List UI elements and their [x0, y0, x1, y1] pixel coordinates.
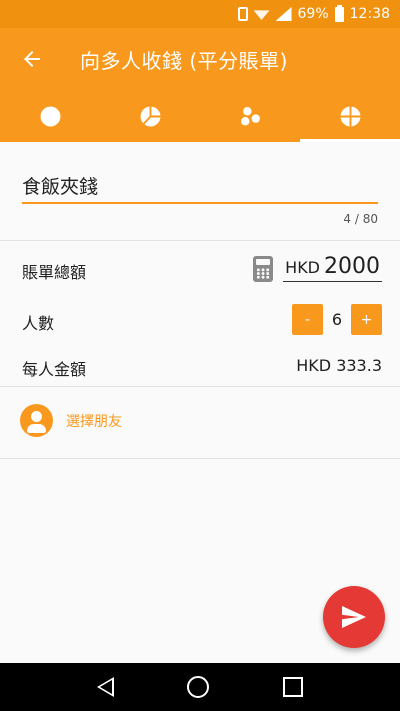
per-person-label: 每人金額 [22, 360, 87, 379]
system-nav-bar [0, 663, 400, 711]
tab-dots[interactable] [200, 90, 300, 142]
select-friends-button[interactable]: 選擇朋友 [20, 404, 122, 437]
back-button[interactable] [0, 28, 64, 90]
per-person-value: HKD 333.3 [296, 356, 382, 375]
pie-chart-icon [140, 106, 160, 126]
calculator-icon[interactable] [253, 256, 274, 282]
tab-quartered[interactable] [300, 90, 400, 142]
nav-back-icon[interactable] [96, 677, 114, 697]
bill-total-label: 賬單總額 [22, 263, 87, 282]
person-icon [20, 404, 53, 437]
character-counter: 4 / 80 [343, 212, 378, 226]
increment-button[interactable]: + [351, 304, 382, 335]
people-count: 6 [331, 310, 343, 329]
vibrate-icon [237, 7, 248, 21]
signal-icon [275, 7, 292, 21]
battery-percent: 69% [297, 6, 329, 22]
nav-home-icon[interactable] [187, 676, 210, 698]
tab-bar [0, 90, 400, 142]
circle-icon [40, 106, 60, 126]
clock: 12:38 [349, 6, 390, 22]
bill-total-field: HKD 2000 [253, 254, 382, 282]
status-bar: 69% 12:38 [0, 0, 400, 28]
decrement-button[interactable]: - [292, 304, 323, 335]
wifi-icon [254, 8, 270, 20]
divider [0, 386, 400, 387]
page-title: 向多人收錢 (平分賬單) [80, 48, 288, 73]
quartered-circle-icon [340, 106, 360, 126]
app-bar: 向多人收錢 (平分賬單) [0, 28, 400, 90]
send-button[interactable] [323, 586, 385, 648]
amount-input[interactable]: HKD 2000 [283, 254, 382, 282]
select-friends-label: 選擇朋友 [66, 413, 122, 430]
people-stepper: - 6 + [292, 304, 382, 335]
tab-circle[interactable] [0, 90, 100, 142]
description-input[interactable]: 食飯夾錢 [22, 172, 378, 204]
description-field[interactable]: 食飯夾錢 [22, 172, 378, 204]
amount-value: 2000 [324, 254, 380, 279]
arrow-back-icon [24, 51, 40, 67]
send-icon [342, 606, 366, 628]
nav-recents-icon[interactable] [283, 677, 304, 697]
currency-label: HKD [285, 258, 320, 277]
battery-icon [334, 4, 344, 22]
dots-cluster-icon [240, 106, 260, 125]
divider [0, 458, 400, 459]
divider [0, 240, 400, 241]
people-label: 人數 [22, 314, 55, 333]
tab-pie[interactable] [100, 90, 200, 142]
